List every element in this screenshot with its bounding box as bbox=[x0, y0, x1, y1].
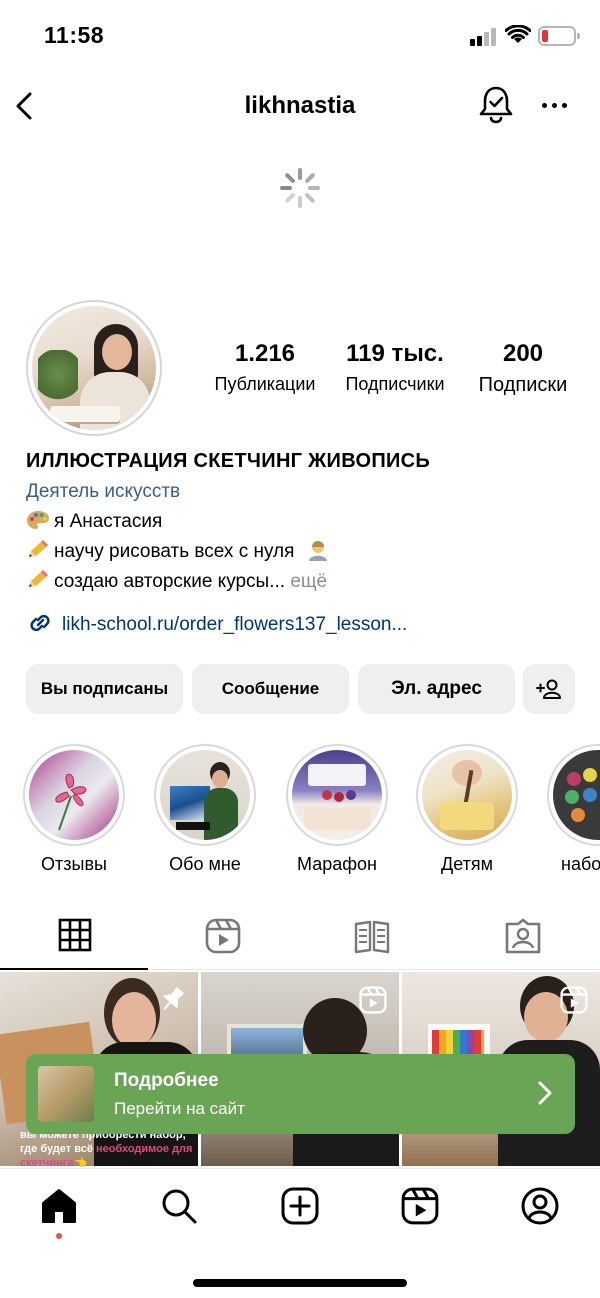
create-post-icon[interactable] bbox=[281, 1187, 319, 1225]
profile-website-link[interactable]: likh-school.ru/order_flowers137_lesson..… bbox=[26, 610, 407, 636]
highlight-label: Отзывы bbox=[41, 854, 107, 874]
reels-icon[interactable] bbox=[401, 1187, 439, 1225]
pencil-emoji-icon bbox=[29, 570, 48, 587]
highlight-cover bbox=[292, 750, 382, 840]
stat-value: 119 тыс. bbox=[346, 340, 444, 367]
email-button[interactable]: Эл. адрес bbox=[358, 664, 515, 714]
stat-value: 200 bbox=[502, 340, 544, 367]
following-button[interactable]: Вы подписаны bbox=[26, 664, 183, 714]
palette-emoji-icon bbox=[27, 511, 49, 529]
profile-tabs bbox=[0, 904, 600, 970]
highlight-label: набо bbox=[561, 854, 600, 874]
grid-tab-icon[interactable] bbox=[58, 918, 92, 952]
active-tab-indicator bbox=[0, 968, 148, 970]
suggested-users-button[interactable] bbox=[523, 664, 575, 714]
teacher-emoji-icon bbox=[308, 541, 327, 561]
banner-thumbnail bbox=[38, 1066, 94, 1122]
highlight-cover bbox=[29, 750, 119, 840]
link-icon bbox=[30, 614, 50, 632]
post-caption-overlay: вы можете приобрести набор, где будет вс… bbox=[20, 1128, 196, 1170]
notification-bell-icon[interactable] bbox=[478, 84, 514, 124]
banner-title: Подробнее bbox=[114, 1070, 219, 1091]
banner-subtitle: Перейти на сайт bbox=[114, 1099, 245, 1118]
highlight-sets[interactable]: набо bbox=[547, 744, 600, 875]
highlight-label: Обо мне bbox=[169, 854, 241, 874]
highlight-label: Марафон bbox=[297, 854, 377, 874]
highlight-cover bbox=[553, 750, 600, 840]
reel-icon bbox=[560, 986, 588, 1014]
bottom-navigation bbox=[0, 1168, 600, 1298]
bio-line: создаю авторские курсы... ещё bbox=[26, 569, 586, 593]
profile-header: likhnastia bbox=[0, 80, 600, 132]
stat-followers[interactable]: 119 тыс. Подписчики bbox=[332, 340, 458, 395]
learn-more-banner[interactable]: Подробнее Перейти на сайт bbox=[26, 1054, 575, 1134]
bio-line: научу рисовать всех с нуля bbox=[26, 539, 586, 563]
home-indicator bbox=[193, 1279, 407, 1287]
stat-value: 1.216 bbox=[234, 340, 296, 367]
highlight-cover bbox=[422, 750, 512, 840]
highlight-marathon[interactable]: Марафон bbox=[285, 744, 389, 875]
message-button[interactable]: Сообщение bbox=[192, 664, 349, 714]
chevron-right-icon bbox=[538, 1081, 552, 1105]
search-icon[interactable] bbox=[160, 1187, 198, 1225]
stat-following[interactable]: 200 Подписки bbox=[462, 340, 584, 397]
reel-icon bbox=[359, 986, 387, 1014]
profile-icon[interactable] bbox=[521, 1187, 559, 1225]
profile-bio: ИЛЛЮСТРАЦИЯ СКЕТЧИНГ ЖИВОПИСЬ Деятель ис… bbox=[26, 450, 586, 593]
bio-text: я Анастасия bbox=[54, 511, 163, 532]
bio-text: создаю авторские курсы... bbox=[54, 571, 286, 592]
profile-name: ИЛЛЮСТРАЦИЯ СКЕТЧИНГ ЖИВОПИСЬ bbox=[26, 450, 431, 472]
stat-label: Подписчики bbox=[345, 374, 445, 394]
highlight-about-me[interactable]: Обо мне bbox=[153, 744, 257, 875]
avatar-photo bbox=[32, 306, 156, 430]
highlight-cover bbox=[160, 750, 250, 840]
profile-avatar[interactable] bbox=[26, 300, 162, 436]
home-icon[interactable] bbox=[40, 1187, 78, 1225]
loading-spinner-icon bbox=[280, 168, 320, 208]
notification-dot bbox=[56, 1233, 62, 1239]
stat-label: Подписки bbox=[478, 374, 568, 396]
pencil-emoji-icon bbox=[29, 540, 48, 557]
profile-category: Деятель искусств bbox=[26, 481, 181, 502]
stat-label: Публикации bbox=[214, 374, 316, 394]
tagged-tab-icon[interactable] bbox=[505, 918, 541, 954]
highlight-kids[interactable]: Детям bbox=[415, 744, 519, 875]
more-options-icon[interactable] bbox=[540, 92, 570, 116]
add-person-icon bbox=[536, 679, 561, 699]
cellular-signal-icon bbox=[470, 28, 498, 46]
status-time: 11:58 bbox=[44, 22, 105, 48]
bio-line: я Анастасия bbox=[26, 509, 586, 533]
reels-tab-icon[interactable] bbox=[205, 918, 241, 954]
bio-text: научу рисовать всех с нуля bbox=[54, 541, 295, 562]
pinned-icon bbox=[163, 987, 184, 1010]
highlight-label: Детям bbox=[441, 854, 493, 874]
stat-posts[interactable]: 1.216 Публикации bbox=[200, 340, 330, 395]
battery-icon bbox=[538, 26, 580, 46]
link-text: likh-school.ru/order_flowers137_lesson..… bbox=[62, 614, 408, 635]
highlight-reviews[interactable]: Отзывы bbox=[22, 744, 126, 875]
bio-more-link[interactable]: ещё bbox=[290, 571, 327, 592]
status-bar: 11:58 bbox=[0, 0, 600, 72]
guides-tab-icon[interactable] bbox=[354, 918, 390, 954]
wifi-icon bbox=[505, 25, 531, 43]
